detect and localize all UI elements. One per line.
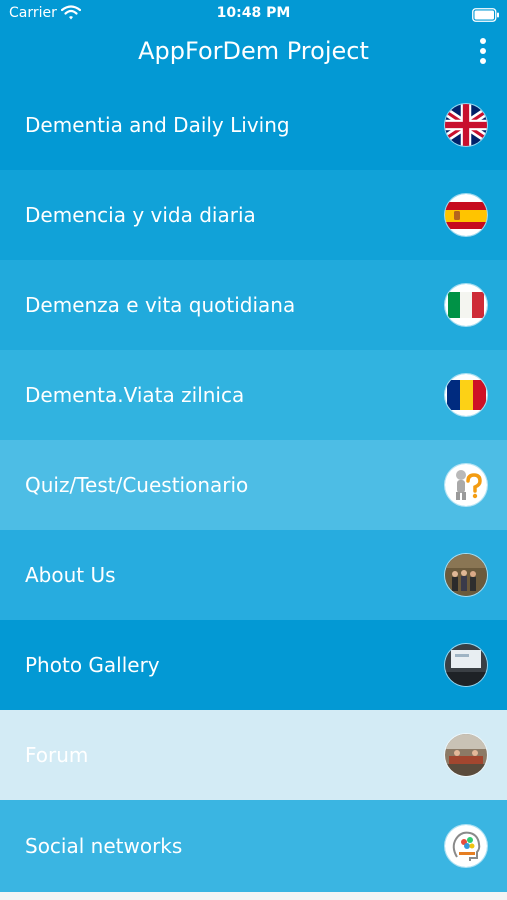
uk-flag-icon: [445, 104, 487, 146]
italy-flag-icon: [445, 284, 487, 326]
app-screen: Carrier 10:48 PM AppForDem Project Demen…: [0, 0, 507, 900]
menu-item-photo-gallery[interactable]: Photo Gallery: [0, 620, 507, 710]
spain-flag-icon: [445, 194, 487, 236]
bottom-divider: [0, 892, 507, 900]
menu-item-label: Demencia y vida diaria: [25, 203, 256, 227]
social-networks-logo-icon: [445, 825, 487, 867]
quiz-question-icon: [445, 464, 487, 506]
menu-item-demencia-vida-diaria[interactable]: Demencia y vida diaria: [0, 170, 507, 260]
menu-item-dementia-daily-living[interactable]: Dementia and Daily Living: [0, 80, 507, 170]
menu-item-label: Dementia and Daily Living: [25, 113, 290, 137]
status-bar: Carrier 10:48 PM: [0, 0, 507, 28]
romania-flag-icon: [445, 374, 487, 416]
menu-item-label: Photo Gallery: [25, 653, 160, 677]
menu-item-social-networks[interactable]: Social networks: [0, 800, 507, 892]
menu-item-label: About Us: [25, 563, 116, 587]
menu-item-demenza-vita-quotidiana[interactable]: Demenza e vita quotidiana: [0, 260, 507, 350]
menu-item-label: Quiz/Test/Cuestionario: [25, 473, 249, 497]
menu-item-dementa-viata-zilnica[interactable]: Dementa.Viata zilnica: [0, 350, 507, 440]
menu-item-label: Forum: [25, 743, 89, 767]
menu-item-label: Social networks: [25, 834, 183, 858]
page-title: AppForDem Project: [138, 37, 369, 65]
header: Carrier 10:48 PM AppForDem Project: [0, 0, 507, 80]
menu-item-forum[interactable]: Forum: [0, 710, 507, 800]
menu-item-label: Demenza e vita quotidiana: [25, 293, 296, 317]
menu-item-label: Dementa.Viata zilnica: [25, 383, 245, 407]
more-options-icon[interactable]: [472, 38, 496, 64]
photo-gallery-icon: [445, 644, 487, 686]
menu-item-quiz[interactable]: Quiz/Test/Cuestionario: [0, 440, 507, 530]
forum-photo-icon: [445, 734, 487, 776]
menu-item-about-us[interactable]: About Us: [0, 530, 507, 620]
status-time: 10:48 PM: [216, 5, 291, 21]
battery-icon: [472, 7, 500, 26]
about-us-photo-icon: [445, 554, 487, 596]
